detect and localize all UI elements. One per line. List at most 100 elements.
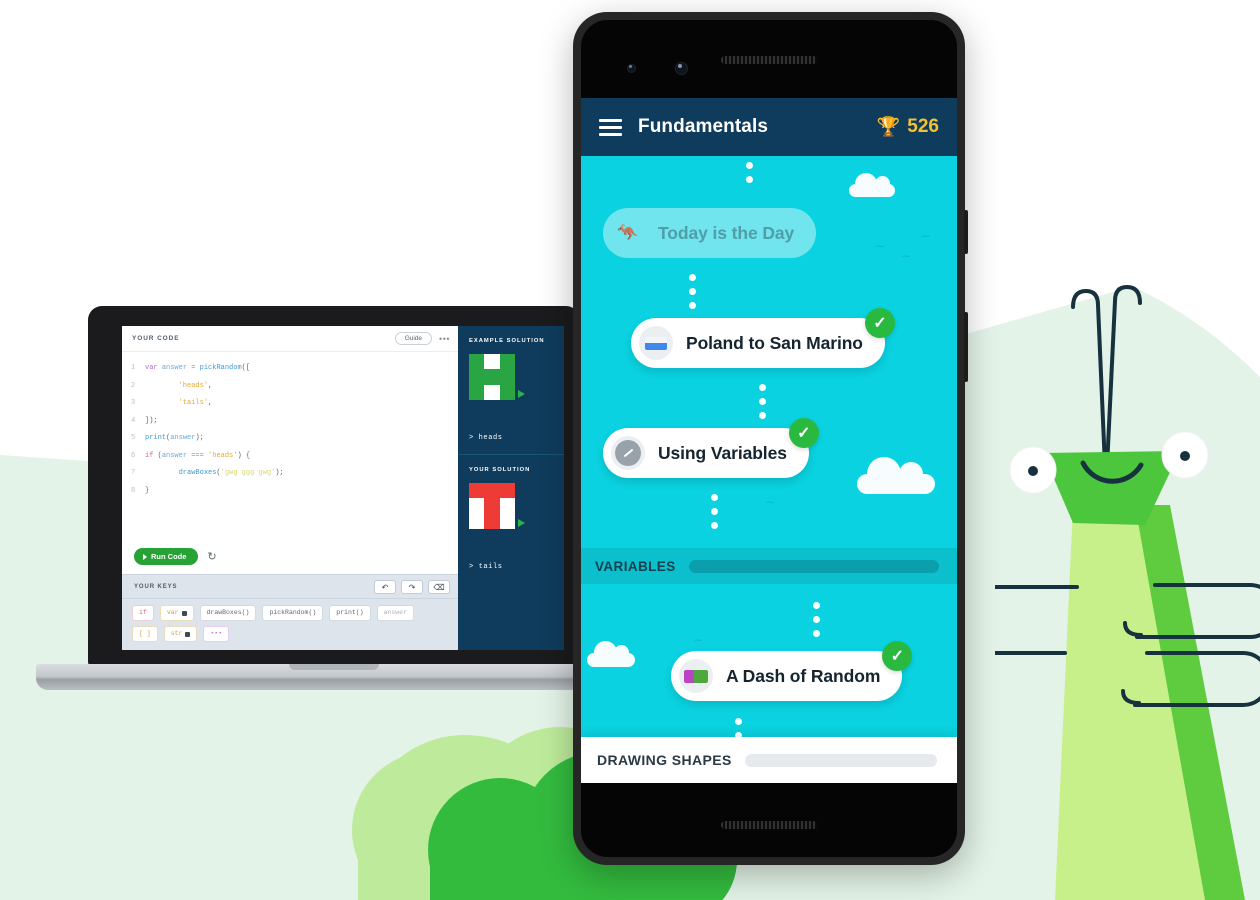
phone-volume-button[interactable]: [964, 312, 968, 382]
completed-check-icon: ✓: [788, 418, 819, 448]
your-solution-output: > tails: [469, 563, 503, 571]
lesson-map[interactable]: ∼ ∼ ∼ ∼ ∼ 🦘 Today is the Day Poland to S…: [581, 156, 957, 783]
example-solution-grid: [469, 354, 525, 400]
app-viewport: Fundamentals 🏆 526 ∼ ∼ ∼ ∼ ∼ 🦘 Today is …: [581, 98, 957, 783]
compass-icon: [611, 436, 645, 470]
example-solution-label: EXAMPLE SOLUTION: [469, 338, 545, 344]
your-keys-label: YOUR KEYS: [134, 584, 178, 591]
lesson-title: Using Variables: [658, 442, 787, 463]
bird-icon: ∼: [765, 495, 776, 509]
lesson-card-poland-to-san-marino[interactable]: Poland to San Marino ✓: [631, 308, 895, 368]
bottom-speaker-icon: [721, 821, 817, 829]
example-solution-block: EXAMPLE SOLUTION > heads: [458, 326, 564, 442]
completed-check-icon: ✓: [882, 641, 913, 671]
completed-check-icon: ✓: [864, 308, 895, 338]
redo-icon[interactable]: ↷: [401, 580, 423, 595]
play-icon: [143, 553, 147, 560]
laptop-device: YOUR CODE Guide ••• 1 var answer = pickRa…: [36, 306, 632, 696]
lesson-title: Poland to San Marino: [686, 332, 863, 353]
backspace-icon[interactable]: ⌫: [428, 580, 450, 595]
laptop-lid: YOUR CODE Guide ••• 1 var answer = pickRa…: [88, 306, 580, 666]
line-number: 4: [131, 416, 136, 425]
code-line: 8}: [122, 483, 458, 501]
cloud-icon: [849, 173, 895, 197]
path-dots: [711, 494, 718, 529]
phone-top-bezel: [581, 20, 957, 98]
earpiece-speaker-icon: [721, 56, 817, 64]
phone-inner: Fundamentals 🏆 526 ∼ ∼ ∼ ∼ ∼ 🦘 Today is …: [581, 20, 957, 857]
code-area[interactable]: 1 var answer = pickRandom([ 2 'heads', 3 …: [122, 352, 458, 543]
key-chip-if[interactable]: if: [132, 605, 154, 622]
key-chip-brackets[interactable]: [ ]: [132, 626, 158, 642]
code-line: 1 var answer = pickRandom([: [122, 360, 458, 378]
code-line: 2 'heads',: [122, 378, 458, 396]
bird-icon: ∼: [875, 239, 886, 253]
key-block-icon: [185, 631, 191, 637]
flag-icon: [639, 326, 673, 360]
section-progress-track: [688, 559, 939, 573]
lesson-title: Today is the Day: [658, 222, 795, 243]
line-number: 7: [131, 469, 136, 477]
front-camera-secondary-icon: [675, 62, 688, 75]
key-chip-pickrandom[interactable]: pickRandom(): [262, 605, 324, 622]
code-line: 3 'tails',: [122, 395, 458, 413]
section-progress-track: [744, 753, 937, 767]
key-block-icon: [181, 610, 187, 616]
key-chip-var[interactable]: var: [159, 605, 194, 622]
guide-button[interactable]: Guide: [394, 331, 433, 346]
example-solution-output: > heads: [469, 434, 503, 442]
section-drawing-shapes[interactable]: DRAWING SHAPES: [581, 737, 957, 783]
app-title: Fundamentals: [638, 116, 768, 137]
lesson-card-today-is-the-day[interactable]: 🦘 Today is the Day: [603, 208, 817, 258]
cursor-arrow-icon: [518, 390, 525, 398]
scene-root: YOUR CODE Guide ••• 1 var answer = pickRa…: [0, 0, 1260, 900]
phone-bottom-bezel: [581, 783, 957, 857]
color-swatch-icon: [679, 659, 713, 693]
code-line: 6 if (answer === 'heads') {: [122, 448, 458, 466]
app-header: Fundamentals 🏆 526: [581, 98, 957, 156]
key-chip-drawboxes[interactable]: drawBoxes(): [199, 605, 257, 622]
bird-icon: ∼: [921, 229, 932, 243]
key-chip-var-label: var: [166, 609, 179, 617]
line-number: 6: [131, 451, 136, 460]
trophy-icon: 🏆: [876, 117, 901, 138]
code-line: 7 drawBoxes('gwg ggg gwg');: [122, 465, 458, 483]
line-number: 3: [131, 399, 136, 407]
laptop-screen: YOUR CODE Guide ••• 1 var answer = pickRa…: [122, 326, 564, 650]
front-camera-icon: [627, 64, 636, 73]
your-code-label: YOUR CODE: [132, 335, 180, 342]
undo-icon[interactable]: ↶: [374, 580, 396, 595]
cloud-icon: [857, 457, 935, 494]
keys-rows: if var drawBoxes() pickRandom() print() …: [122, 599, 458, 650]
keys-row-2: [ ] str •••: [132, 626, 450, 642]
hamburger-menu-icon[interactable]: [599, 118, 622, 136]
section-label: VARIABLES: [595, 558, 676, 574]
your-solution-grid: [469, 483, 525, 529]
line-number: 2: [131, 381, 136, 390]
bird-icon: ∼: [901, 249, 912, 263]
path-dots: [746, 156, 753, 183]
code-editor-pane: YOUR CODE Guide ••• 1 var answer = pickRa…: [122, 326, 458, 650]
code-line: 4]);: [122, 413, 458, 431]
path-dots: [689, 274, 696, 309]
lesson-card-a-dash-of-random[interactable]: A Dash of Random ✓: [671, 641, 913, 701]
refresh-icon[interactable]: ↻: [207, 550, 216, 563]
run-row: Run Code ↻: [122, 542, 458, 575]
key-chip-str[interactable]: str: [163, 626, 198, 642]
pixel-grid: [469, 483, 515, 529]
key-chip-answer[interactable]: answer: [376, 605, 414, 622]
score-value: 526: [907, 116, 939, 137]
key-chip-print[interactable]: print(): [329, 605, 371, 622]
run-code-label: Run Code: [151, 552, 187, 562]
run-code-button[interactable]: Run Code: [134, 548, 199, 566]
cursor-arrow-icon: [518, 519, 525, 527]
path-dots: [759, 384, 766, 419]
keys-header: YOUR KEYS ↶ ↷ ⌫: [122, 575, 458, 600]
key-chip-more[interactable]: •••: [203, 626, 230, 642]
path-dots: [813, 602, 820, 637]
grasshopper-icon: 🦘: [617, 223, 639, 242]
lesson-card-using-variables[interactable]: Using Variables ✓: [603, 418, 819, 478]
phone-power-button[interactable]: [964, 210, 968, 254]
pixel-grid: [469, 354, 515, 400]
more-options-icon[interactable]: •••: [439, 334, 450, 344]
